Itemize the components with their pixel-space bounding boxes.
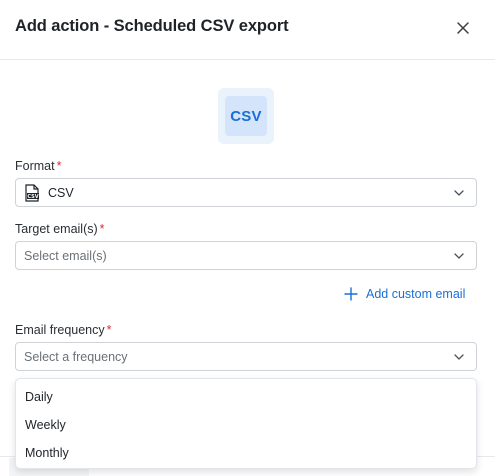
target-emails-select[interactable]: Select email(s) [15, 241, 477, 270]
email-frequency-label: Email frequency * [15, 323, 112, 337]
format-value: CSV [48, 185, 74, 200]
dialog-title: Add action - Scheduled CSV export [15, 17, 289, 35]
add-custom-email-label: Add custom email [366, 287, 466, 301]
csv-logo: CSV [218, 88, 274, 144]
svg-text:CSV: CSV [27, 194, 38, 200]
email-frequency-placeholder: Select a frequency [24, 349, 128, 364]
email-frequency-label-text: Email frequency [15, 323, 105, 337]
chevron-down-icon [454, 190, 464, 196]
target-emails-placeholder: Select email(s) [24, 248, 107, 263]
dialog-header: Add action - Scheduled CSV export [0, 0, 495, 60]
format-select[interactable]: CSV CSV [15, 178, 477, 207]
add-custom-email-button[interactable]: Add custom email [344, 286, 465, 302]
plus-icon [344, 287, 358, 301]
frequency-dropdown-menu: Daily Weekly Monthly [15, 378, 477, 469]
format-label: Format * [15, 159, 61, 173]
chevron-down-icon [454, 253, 464, 259]
chevron-down-icon [454, 354, 464, 360]
frequency-option-weekly[interactable]: Weekly [16, 411, 476, 439]
close-icon [457, 22, 469, 34]
target-emails-label: Target email(s) * [15, 222, 105, 236]
close-button[interactable] [453, 18, 473, 38]
required-marker: * [106, 323, 112, 337]
format-label-text: Format [15, 159, 55, 173]
csv-logo-text: CSV [225, 96, 267, 136]
csv-file-icon: CSV [25, 183, 39, 202]
frequency-option-daily[interactable]: Daily [16, 383, 476, 411]
required-marker: * [99, 222, 105, 236]
required-marker: * [56, 159, 62, 173]
frequency-option-monthly[interactable]: Monthly [16, 439, 476, 467]
email-frequency-select[interactable]: Select a frequency [15, 342, 477, 371]
target-emails-label-text: Target email(s) [15, 222, 98, 236]
